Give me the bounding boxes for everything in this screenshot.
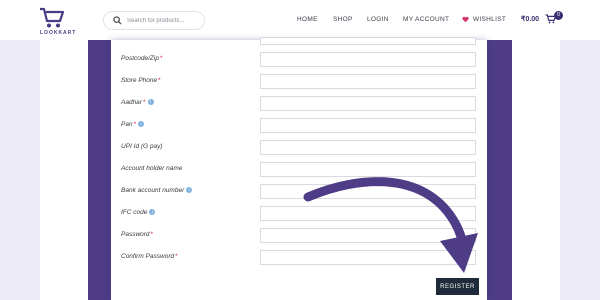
right-purple-band [487, 40, 512, 300]
password-label: Password* [121, 231, 154, 238]
info-icon[interactable]: i [138, 121, 145, 128]
pointer-arrow-icon [303, 177, 478, 273]
search-icon [113, 16, 122, 25]
confirm-password-label: Confirm Password* [121, 253, 178, 260]
pan-label: Pan* i [121, 121, 145, 128]
postcode-input[interactable] [260, 52, 476, 67]
logo-text: LOOKKART [40, 30, 77, 36]
nav-home[interactable]: HOME [297, 16, 318, 23]
postcode-label: Postcode/Zip* [121, 55, 163, 62]
nav-my-account[interactable]: MY ACCOUNT [403, 16, 449, 23]
upi-input[interactable] [260, 140, 476, 155]
pan-input[interactable] [260, 118, 476, 133]
account-holder-label: Account holder name [121, 165, 183, 172]
store-phone-input[interactable] [260, 74, 476, 89]
register-button[interactable]: REGISTER [436, 278, 479, 295]
left-purple-band [88, 40, 111, 300]
info-icon[interactable]: i [149, 209, 156, 216]
aadhar-label: Aadhar* i [121, 99, 154, 106]
cart-count-badge: 0 [554, 11, 563, 20]
aadhar-input[interactable] [260, 96, 476, 111]
heart-icon [462, 16, 469, 23]
nav-wishlist[interactable]: WISHLIST [473, 16, 506, 23]
info-icon[interactable]: i [186, 187, 193, 194]
ifc-code-label: IFC code i [121, 209, 156, 216]
search-box[interactable] [103, 11, 205, 30]
store-phone-label: Store Phone* [121, 77, 161, 84]
search-input[interactable] [127, 15, 201, 27]
cart-logo-icon [40, 7, 65, 28]
nav-login[interactable]: LOGIN [367, 16, 389, 23]
site-header: LOOKKART HOME SHOP LOGIN MY ACCOUNT WISH… [0, 0, 600, 40]
upi-label: UPI Id (G pay) [121, 143, 163, 150]
nav-shop[interactable]: SHOP [333, 16, 353, 23]
info-icon[interactable]: i [147, 99, 154, 106]
bank-account-label: Bank account number i [121, 187, 193, 194]
previous-field-input[interactable] [260, 37, 476, 45]
cart-amount[interactable]: ₹0.00 [521, 15, 539, 23]
